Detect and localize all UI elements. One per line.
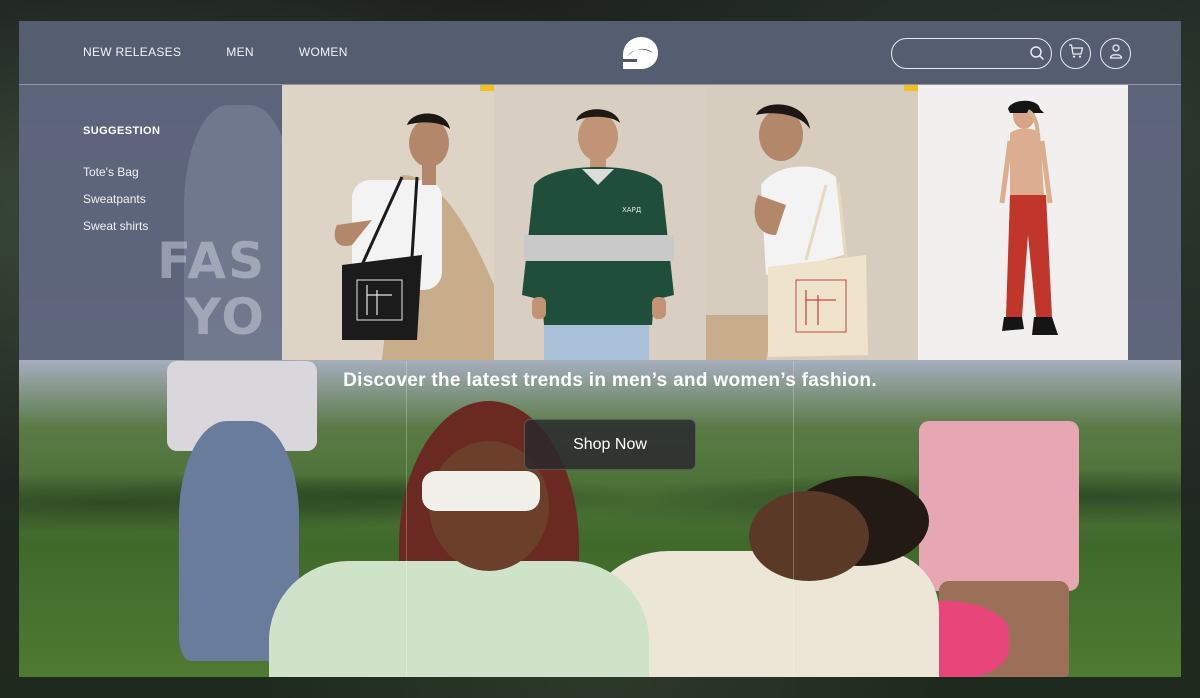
product-card-green-sweatshirt[interactable]: ХАРД [494, 85, 706, 360]
cart-icon [1068, 43, 1084, 64]
hero-person-reclining-face [749, 491, 869, 581]
product-image [999, 100, 1058, 335]
nav-link-women[interactable]: WOMEN [299, 45, 348, 59]
product-card-red-sweatpants[interactable] [918, 85, 1128, 360]
product-card-tote-natural[interactable] [706, 85, 918, 360]
search-icon[interactable] [1029, 45, 1045, 61]
mega-menu-dropdown: FAS YO SUGGESTION Tote's Bag Sweatpants … [19, 85, 1181, 361]
sweatshirt-chest-text: ХАРД [622, 206, 642, 214]
hero-person-woman-shirt [269, 561, 649, 677]
product-image: ХАРД [522, 109, 674, 360]
product-card-tote-black[interactable] [282, 85, 494, 360]
dropdown-background-text: FAS YO [157, 233, 266, 345]
suggestion-item-sweatpants[interactable]: Sweatpants [83, 192, 148, 219]
hero-grid-line [793, 360, 794, 677]
product-image [334, 85, 494, 360]
account-button[interactable] [1100, 38, 1131, 69]
shop-now-button[interactable]: Shop Now [524, 419, 696, 470]
hero-grid-line [406, 360, 407, 677]
background-text-line: YO [185, 288, 266, 346]
top-navbar: NEW RELEASES MEN WOMEN [19, 21, 1181, 85]
nav-link-men[interactable]: MEN [226, 45, 254, 59]
product-carousel: ХАРД [282, 85, 1128, 360]
nav-links: NEW RELEASES MEN WOMEN [83, 45, 348, 59]
app-window: NEW RELEASES MEN WOMEN FAS YO SUGGESTION… [19, 21, 1181, 677]
search-input[interactable] [891, 38, 1052, 69]
nav-link-new-releases[interactable]: NEW RELEASES [83, 45, 181, 59]
background-text-line: FAS [157, 232, 267, 290]
suggestion-heading: SUGGESTION [83, 125, 161, 137]
suggestion-item-totes-bag[interactable]: Tote's Bag [83, 165, 148, 192]
cart-button[interactable] [1060, 38, 1091, 69]
brand-logo-icon[interactable] [617, 35, 659, 71]
product-image [706, 85, 918, 360]
user-icon [1108, 43, 1124, 64]
hero-tagline: Discover the latest trends in men’s and … [343, 370, 877, 391]
suggestion-item-sweat-shirts[interactable]: Sweat shirts [83, 219, 148, 246]
suggestion-list: Tote's Bag Sweatpants Sweat shirts [83, 165, 148, 246]
hero-person-right-shorts [919, 421, 1079, 591]
hero-white-sunglasses [422, 471, 540, 511]
